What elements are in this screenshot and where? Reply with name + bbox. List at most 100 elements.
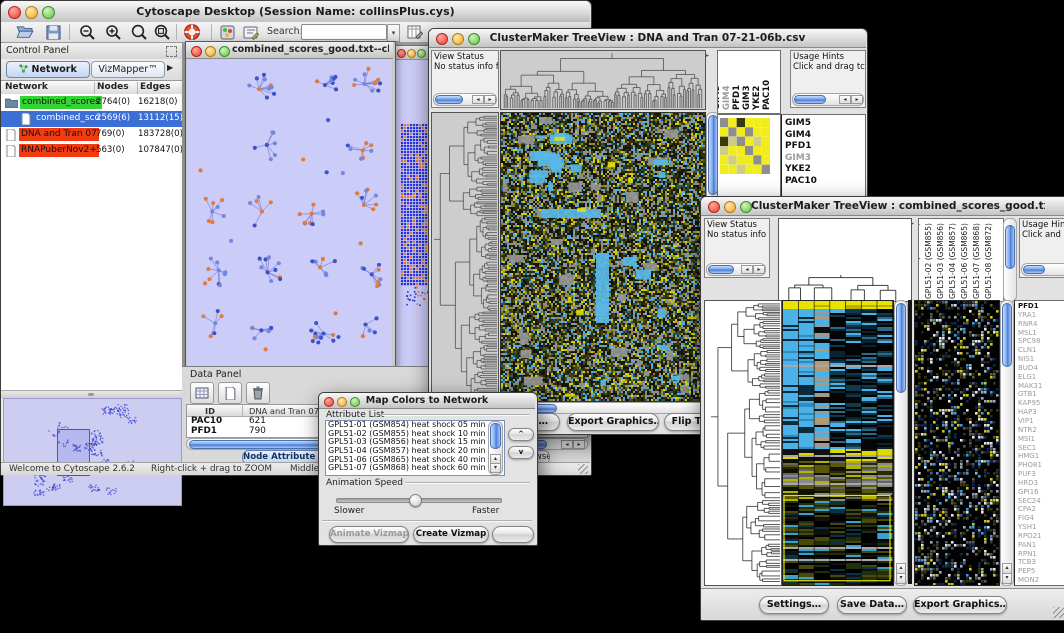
gene-label[interactable]: SEC1: [1015, 444, 1064, 453]
network-row-rnapubernov2[interactable]: RNAPuberNov2+ 563(0) 107847(0): [1, 143, 182, 159]
zoom-fit-icon[interactable]: [129, 23, 149, 41]
slider-thumb[interactable]: [409, 494, 422, 507]
gene-label[interactable]: GTB1: [1015, 390, 1064, 399]
scroll-thumb[interactable]: [1005, 225, 1015, 269]
panel-splitter[interactable]: [1, 390, 182, 398]
resize-grip[interactable]: [1053, 607, 1064, 618]
scroll-thumb[interactable]: [1023, 265, 1045, 274]
col-nodes[interactable]: Nodes: [97, 82, 129, 92]
network-row-dna-tran[interactable]: DNA and Tran 07 769(0) 183728(0): [1, 127, 182, 143]
scroll-left-arrow[interactable]: ◂: [839, 95, 851, 104]
scroll-thumb[interactable]: [708, 265, 734, 274]
export-graphics-button[interactable]: Export Graphics…: [567, 413, 659, 431]
delete-attribute-icon[interactable]: [246, 382, 270, 404]
heatmap-vscrollbar[interactable]: ▴ ▾: [894, 300, 908, 586]
gene-label[interactable]: SEC24: [1015, 497, 1064, 506]
network-row-combined-sco-selected[interactable]: combined_sco 2569(6) 13112(15): [1, 111, 182, 127]
table-mode-icon[interactable]: [190, 382, 214, 404]
main-title-bar[interactable]: Cytoscape Desktop (Session Name: collins…: [1, 1, 590, 23]
heatmap-canvas[interactable]: [500, 112, 706, 402]
close-button[interactable]: [708, 201, 720, 213]
gene-label[interactable]: HMG1: [1015, 452, 1064, 461]
gene-label[interactable]: MSL1: [1015, 329, 1064, 338]
gene-label[interactable]: YRA1: [1015, 311, 1064, 320]
gene-label[interactable]: PFD1: [782, 141, 865, 153]
gene-label[interactable]: KAP95: [1015, 399, 1064, 408]
network2-title-bar[interactable]: [394, 46, 432, 60]
zoom-button[interactable]: [219, 46, 230, 57]
scroll-down-arrow[interactable]: ▾: [896, 573, 906, 584]
usage-hints-hscrollbar[interactable]: ◂ ▸: [792, 93, 864, 106]
animation-speed-slider[interactable]: [336, 498, 502, 503]
view-status-hscrollbar[interactable]: ◂ ▸: [706, 263, 766, 276]
gene-label[interactable]: CLN1: [1015, 346, 1064, 355]
vizmapper-icon[interactable]: [217, 23, 237, 41]
zoom-in-icon[interactable]: [103, 23, 123, 41]
help-ring-icon[interactable]: [181, 22, 203, 42]
scroll-thumb[interactable]: [435, 95, 463, 104]
gene-label[interactable]: HRD3: [1015, 479, 1064, 488]
scroll-thumb[interactable]: [1002, 303, 1012, 367]
attribute-list-vscrollbar[interactable]: ▴ ▾: [488, 421, 503, 475]
col-network[interactable]: Network: [5, 82, 48, 92]
close-button[interactable]: [191, 46, 202, 57]
minimize-button[interactable]: [407, 49, 416, 58]
export-graphics-button[interactable]: Export Graphics…: [913, 596, 1007, 614]
zoom-button[interactable]: [417, 49, 426, 58]
treeview1-title-bar[interactable]: ClusterMaker TreeView : DNA and Tran 07-…: [429, 29, 866, 48]
gene-label[interactable]: MSI1: [1015, 435, 1064, 444]
gene-label[interactable]: YKE2: [782, 164, 865, 176]
float-panel-icon[interactable]: [166, 46, 177, 57]
expander-arrow-icon[interactable]: ▸: [706, 52, 709, 59]
usage-hints-hscrollbar[interactable]: [1021, 263, 1064, 276]
gene-label[interactable]: RPO21: [1015, 532, 1064, 541]
scroll-down-arrow[interactable]: ▾: [490, 463, 501, 473]
col-edges[interactable]: Edges: [140, 82, 171, 92]
gene-label[interactable]: GPI16: [1015, 488, 1064, 497]
gene-label[interactable]: SPC98: [1015, 337, 1064, 346]
scroll-down-arrow[interactable]: ▾: [1002, 573, 1012, 584]
gene-label[interactable]: PFD1: [1015, 302, 1064, 311]
col-id[interactable]: ID: [205, 406, 215, 416]
gene-label[interactable]: GIM3: [782, 153, 865, 165]
network1-canvas[interactable]: [187, 59, 392, 367]
minimize-button[interactable]: [724, 201, 736, 213]
gene-label[interactable]: GIM4: [782, 130, 865, 142]
network-overview-canvas[interactable]: [3, 398, 182, 506]
gene-label[interactable]: PUF3: [1015, 470, 1064, 479]
scroll-right-arrow[interactable]: ▸: [484, 95, 496, 104]
scroll-thumb[interactable]: [896, 303, 906, 393]
scroll-right-arrow[interactable]: ▸: [851, 95, 863, 104]
gene-label[interactable]: PAN1: [1015, 541, 1064, 550]
tab-vizmapper[interactable]: VizMapper™: [91, 61, 165, 78]
done-button[interactable]: [492, 526, 534, 543]
row-dendrogram[interactable]: [431, 112, 499, 402]
scroll-right-arrow[interactable]: ▸: [753, 265, 765, 274]
column-dendrogram[interactable]: [778, 218, 912, 302]
label-vscrollbar[interactable]: [1003, 218, 1017, 302]
gene-label[interactable]: CPA2: [1015, 505, 1064, 514]
settings-button[interactable]: Settings…: [759, 596, 829, 614]
zoom-heatmap-canvas[interactable]: [914, 300, 1000, 586]
scroll-left-arrow[interactable]: ◂: [561, 440, 573, 449]
resize-grip[interactable]: [578, 464, 588, 474]
scroll-left-arrow[interactable]: ◂: [472, 95, 484, 104]
gene-label[interactable]: TCB3: [1015, 558, 1064, 567]
expander-arrow-icon[interactable]: ▸: [911, 220, 914, 227]
tab-overflow-arrow[interactable]: ▶: [167, 63, 173, 72]
gene-label[interactable]: NIS1: [1015, 355, 1064, 364]
gene-label[interactable]: GIM5: [782, 118, 865, 130]
zoom-vscrollbar[interactable]: ▴ ▾: [1000, 300, 1014, 586]
gene-label[interactable]: RPN1: [1015, 550, 1064, 559]
gene-label[interactable]: VIP1: [1015, 417, 1064, 426]
treeview2-title-bar[interactable]: ClusterMaker TreeView : combined_scores_…: [701, 197, 1064, 216]
zoom-heatmap-canvas[interactable]: [720, 118, 770, 174]
gene-label[interactable]: MAK31: [1015, 382, 1064, 391]
gene-label[interactable]: PEP5: [1015, 567, 1064, 576]
search-input[interactable]: [301, 24, 387, 40]
search-dropdown-arrow[interactable]: ▾: [387, 24, 400, 42]
view-status-hscrollbar[interactable]: ◂ ▸: [433, 93, 497, 106]
zoom-out-icon[interactable]: [77, 23, 97, 41]
close-button[interactable]: [397, 49, 406, 58]
new-attribute-icon[interactable]: [218, 382, 242, 404]
